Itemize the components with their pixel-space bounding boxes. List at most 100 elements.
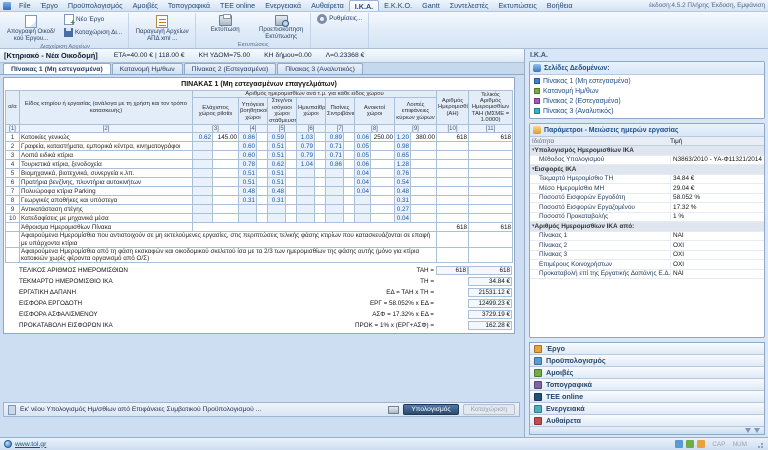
table-row[interactable]: 6 Πρατήρια βενζίνης, πλυντήρια αυτοκινήτ… (6, 178, 513, 187)
area-cell[interactable] (344, 187, 355, 196)
table-row[interactable]: 2 Γραφεία, καταστήματα, εμπορικά κέντρα,… (6, 142, 513, 151)
area-cell[interactable] (286, 196, 297, 205)
coef-cell[interactable] (326, 178, 344, 187)
coef-cell[interactable]: 0.78 (239, 160, 257, 169)
table-row[interactable]: 10 Κατεδαφίσεις με μηχανικά μέσα (6, 214, 513, 223)
area-cell[interactable] (213, 151, 239, 160)
area-cell[interactable]: 380.00 (411, 133, 437, 142)
coef-cell[interactable]: 0.04 (355, 187, 371, 196)
property-row[interactable]: Πίνακας 2 ΟΧΙ (530, 241, 764, 251)
status-indicator-icon[interactable] (697, 440, 705, 448)
area-cell[interactable] (411, 160, 437, 169)
area-cell[interactable] (371, 169, 395, 178)
property-row[interactable]: Πίνακας 3 ΟΧΙ (530, 251, 764, 261)
property-value[interactable]: ΟΧΙ (670, 242, 764, 249)
page-link[interactable]: Κατανομή Ημ/θων (530, 86, 764, 96)
area-cell[interactable] (315, 214, 326, 223)
page-link[interactable]: Πίνακας 1 (Μη εστεγασμένα) (530, 76, 764, 86)
area-cell[interactable] (344, 178, 355, 187)
area-cell[interactable] (257, 160, 268, 169)
page-tab[interactable]: Πίνακας 2 (Εστεγασμένα) (184, 63, 277, 74)
empty-cell[interactable] (469, 247, 513, 262)
coef-cell[interactable]: 0.31 (239, 196, 257, 205)
coef-cell[interactable]: 0.05 (355, 142, 371, 151)
nav-item[interactable]: Προϋπολογισμός (530, 355, 764, 367)
coef-cell[interactable]: 0.65 (395, 151, 411, 160)
property-row[interactable]: Ποσοστό Προκαταβολής 1 % (530, 213, 764, 223)
page-tab[interactable]: Πίνακας 3 (Αναλυτικός) (277, 63, 363, 74)
coef-cell[interactable] (239, 214, 257, 223)
area-cell[interactable] (257, 151, 268, 160)
area-cell[interactable] (344, 214, 355, 223)
chevron-down-icon[interactable] (745, 428, 751, 433)
property-row[interactable]: Επιμέρους Κοινοχρήστων ΟΧΙ (530, 260, 764, 270)
property-value[interactable]: 34.84 € (670, 175, 764, 182)
property-value[interactable]: Ν3863/2010 - ΥΑ-Φ11321/2014 (670, 156, 764, 163)
coef-cell[interactable]: 1.28 (395, 160, 411, 169)
property-value[interactable]: ΝΑΙ (670, 270, 764, 277)
coef-cell[interactable]: 0.79 (297, 151, 315, 160)
coef-cell[interactable]: 0.60 (239, 151, 257, 160)
property-row[interactable]: Ποσοστό Εισφορών Εργοδότη 58.052 % (530, 194, 764, 204)
coef-cell[interactable] (326, 205, 344, 214)
area-cell[interactable] (371, 151, 395, 160)
property-value[interactable]: ΟΧΙ (670, 261, 764, 268)
area-cell[interactable] (286, 142, 297, 151)
area-cell[interactable] (371, 205, 395, 214)
property-row[interactable]: Εισφορές ΙΚΑ (530, 165, 764, 175)
area-cell[interactable] (257, 196, 268, 205)
coef-cell[interactable]: 0.06 (355, 160, 371, 169)
area-cell[interactable] (286, 151, 297, 160)
property-row[interactable]: Πίνακας 1 ΝΑΙ (530, 232, 764, 242)
coef-cell[interactable]: 0.04 (395, 214, 411, 223)
property-row[interactable]: Μέθοδος Υπολογισμού Ν3863/2010 - ΥΑ-Φ113… (530, 156, 764, 166)
empty-cell[interactable] (437, 247, 469, 262)
area-cell[interactable] (213, 187, 239, 196)
ribbon-tab[interactable]: Ι.Κ.Α. (349, 0, 379, 11)
ribbon-tab[interactable]: Αμοιβές (128, 0, 163, 11)
nav-item[interactable]: Αυθαίρετα (530, 415, 764, 427)
ribbon-tab[interactable]: ΤΕΕ online (215, 0, 260, 11)
area-cell[interactable] (344, 133, 355, 142)
coef-cell[interactable]: 0.98 (395, 142, 411, 151)
area-cell[interactable] (286, 178, 297, 187)
property-row[interactable]: Υπολογισμός Ημερομισθίων ΙΚΑ (530, 146, 764, 156)
ribbon-tab[interactable]: Συντελεστές (445, 0, 494, 11)
area-cell[interactable] (411, 142, 437, 151)
coef-cell[interactable]: 0.51 (239, 169, 257, 178)
area-cell[interactable] (257, 142, 268, 151)
area-cell[interactable] (371, 187, 395, 196)
coef-cell[interactable]: 0.71 (326, 142, 344, 151)
area-cell[interactable] (411, 178, 437, 187)
coef-cell[interactable]: 0.79 (297, 142, 315, 151)
coef-cell[interactable]: 0.51 (239, 178, 257, 187)
coef-cell[interactable]: 0.48 (395, 187, 411, 196)
area-cell[interactable] (411, 196, 437, 205)
coef-cell[interactable]: 0.86 (239, 133, 257, 142)
coef-cell[interactable] (239, 205, 257, 214)
table-row[interactable]: 9 Αντικατάσταση στέγης (6, 205, 513, 214)
area-cell[interactable] (286, 160, 297, 169)
open-project-button[interactable]: Απογραφή Οικοδ/κού Έργου... (4, 13, 58, 44)
page-link[interactable]: Πίνακας 2 (Εστεγασμένα) (530, 96, 764, 106)
property-row[interactable]: Τεκμαρτό Ημερομίσθιο ΤΗ 34.84 € (530, 175, 764, 185)
area-cell[interactable] (257, 178, 268, 187)
table-row[interactable]: 7 Πολυώροφα κτίρια Parking 0.48 0.48 (6, 187, 513, 196)
coef-cell[interactable] (326, 187, 344, 196)
area-cell[interactable] (344, 142, 355, 151)
coef-cell[interactable] (326, 196, 344, 205)
area-cell[interactable] (344, 169, 355, 178)
ribbon-tab[interactable]: File (14, 0, 36, 11)
website-link[interactable]: www.tol.gr (15, 441, 46, 448)
coef-cell[interactable] (326, 169, 344, 178)
area-cell[interactable]: 250.00 (371, 133, 395, 142)
area-cell[interactable] (257, 133, 268, 142)
area-cell[interactable] (286, 214, 297, 223)
coef-cell[interactable] (193, 205, 213, 214)
coef-cell[interactable] (297, 196, 315, 205)
print-preview-button[interactable]: Προεπισκόπηση Εκτύπωσης (254, 13, 308, 42)
coef-cell[interactable]: 0.86 (326, 160, 344, 169)
status-indicator-icon[interactable] (675, 440, 683, 448)
coef-cell[interactable] (268, 214, 286, 223)
area-cell[interactable] (315, 160, 326, 169)
